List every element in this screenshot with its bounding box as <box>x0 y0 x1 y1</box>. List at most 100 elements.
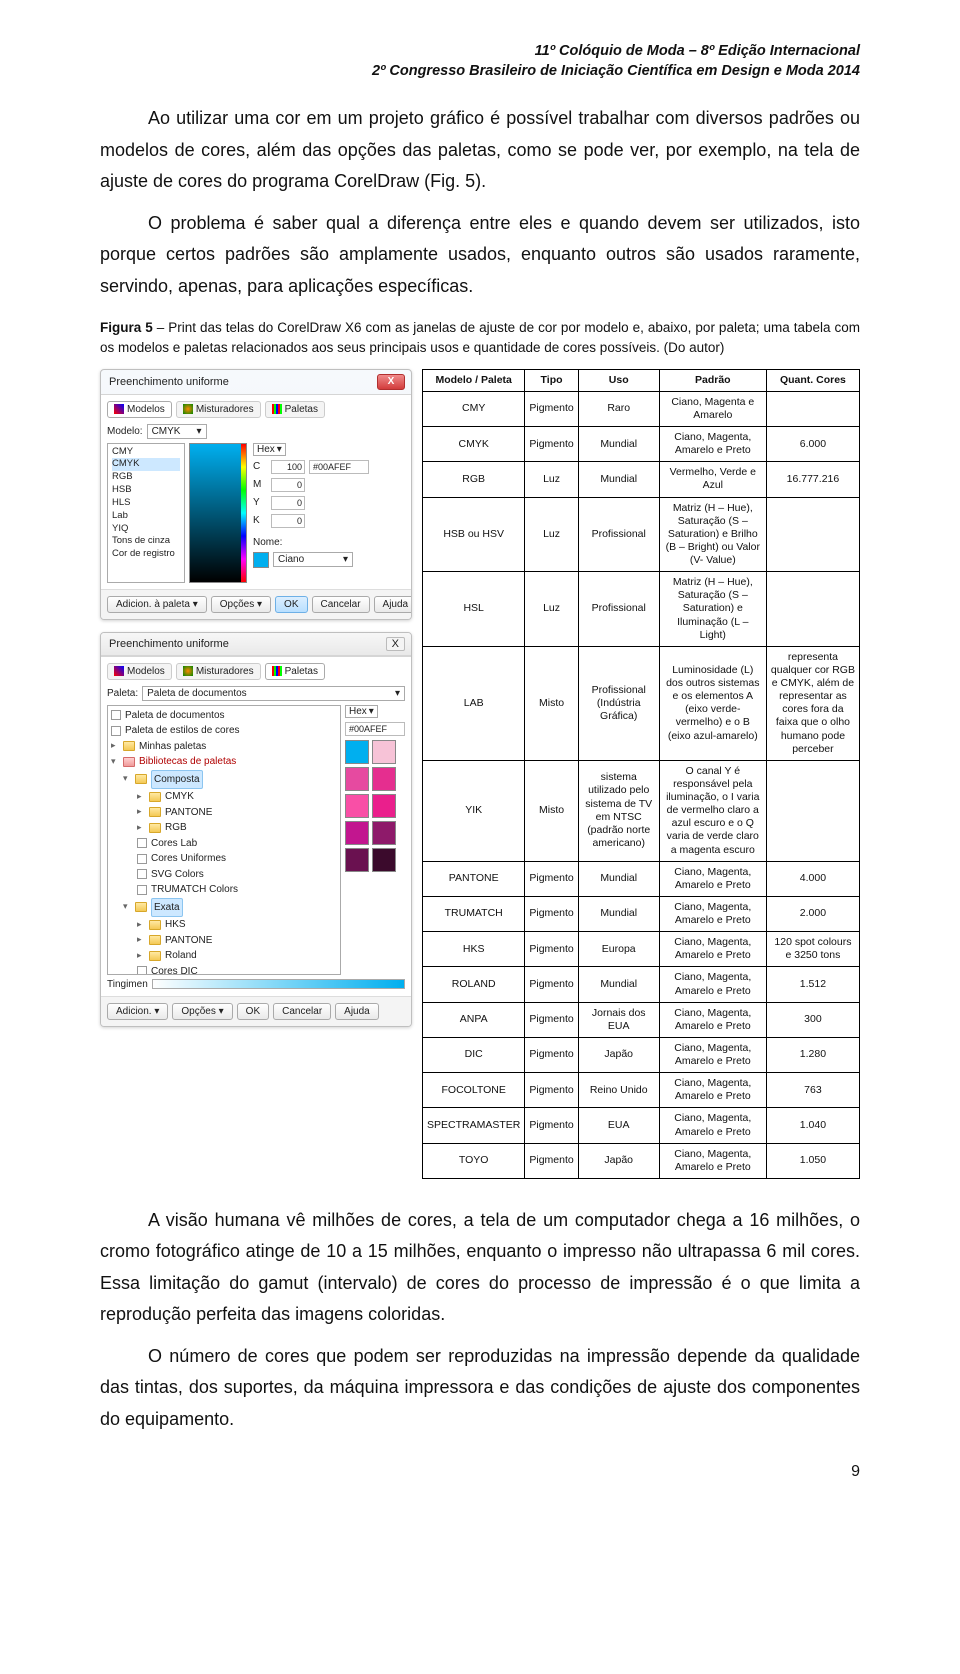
cancel-button[interactable]: Cancelar <box>312 596 370 613</box>
y-input[interactable]: 0 <box>271 496 305 510</box>
options-button[interactable]: Opções ▾ <box>172 1003 232 1020</box>
tab-misturadores[interactable]: Misturadores <box>176 401 261 418</box>
option-tons-cinza[interactable]: Tons de cinza <box>112 535 180 548</box>
mixers-icon <box>183 404 193 414</box>
option-cmyk[interactable]: CMYK <box>112 458 180 471</box>
tree-item-my[interactable]: ▸Minhas paletas <box>111 739 337 755</box>
options-button[interactable]: Opções ▾ <box>211 596 271 613</box>
table-cell: Pigmento <box>525 1108 578 1143</box>
hex-format-select[interactable]: Hex▾ <box>253 443 286 456</box>
close-button[interactable]: X <box>377 374 405 390</box>
tab-paletas[interactable]: Paletas <box>265 663 325 680</box>
table-cell: TRUMATCH <box>423 896 525 931</box>
help-button[interactable]: Ajuda <box>374 596 412 613</box>
option-cor-registro[interactable]: Cor de registro <box>112 548 180 561</box>
add-to-palette-button[interactable]: Adicion. ▾ <box>107 1003 168 1020</box>
tree-item[interactable]: Cores Uniformes <box>111 851 337 867</box>
palette-icon <box>137 885 147 895</box>
table-cell: Mundial <box>578 967 659 1002</box>
table-cell: 4.000 <box>766 861 859 896</box>
cancel-button[interactable]: Cancelar <box>273 1003 331 1020</box>
ok-button[interactable]: OK <box>275 596 307 613</box>
dialog-footer: Adicion. à paleta ▾ Opções ▾ OK Cancelar… <box>101 589 411 619</box>
model-dropdown-list[interactable]: CMY CMYK RGB HSB HLS Lab YIQ Tons de cin… <box>107 443 185 583</box>
tree-item-styles[interactable]: Paleta de estilos de cores <box>111 723 337 739</box>
color-swatch <box>253 552 269 568</box>
table-cell: Reino Unido <box>578 1073 659 1108</box>
table-row: ANPAPigmentoJornais dos EUACiano, Magent… <box>423 1002 860 1037</box>
tree-item[interactable]: ▸Roland <box>111 948 337 964</box>
option-cmy[interactable]: CMY <box>112 446 180 459</box>
tree-item[interactable]: ▸PANTONE <box>111 805 337 821</box>
hex-format-select[interactable]: Hex▾ <box>345 705 378 718</box>
y-label: Y <box>253 497 267 508</box>
tree-item-exata[interactable]: ▾Exata <box>111 898 337 918</box>
add-to-palette-button[interactable]: Adicion. à paleta ▾ <box>107 596 207 613</box>
swatch[interactable] <box>345 767 369 791</box>
color-gradient[interactable] <box>189 443 247 583</box>
swatch[interactable] <box>345 740 369 764</box>
option-hls[interactable]: HLS <box>112 497 180 510</box>
swatch[interactable] <box>372 767 396 791</box>
palette-select[interactable]: Paleta de documentos ▾ <box>142 686 405 701</box>
swatch[interactable] <box>372 740 396 764</box>
option-lab[interactable]: Lab <box>112 510 180 523</box>
swatch[interactable] <box>345 821 369 845</box>
tab-modelos[interactable]: Modelos <box>107 663 172 680</box>
table-cell: Matriz (H – Hue), Saturação (S – Saturat… <box>659 497 766 572</box>
paragraph-4: O número de cores que podem ser reproduz… <box>100 1341 860 1436</box>
folder-icon <box>149 920 161 930</box>
tree-item[interactable]: ▸HKS <box>111 917 337 933</box>
tab-modelos[interactable]: Modelos <box>107 401 172 418</box>
model-label: Modelo: <box>107 426 143 437</box>
option-hsb[interactable]: HSB <box>112 484 180 497</box>
tree-item[interactable]: ▸PANTONE <box>111 933 337 949</box>
swatch[interactable] <box>372 848 396 872</box>
tree-item-composta[interactable]: ▾Composta <box>111 770 337 790</box>
k-label: K <box>253 515 267 526</box>
ok-button[interactable]: OK <box>237 1003 269 1020</box>
help-button[interactable]: Ajuda <box>335 1003 379 1020</box>
tab-paletas[interactable]: Paletas <box>265 401 325 418</box>
tree-item[interactable]: Cores Lab <box>111 836 337 852</box>
palettes-icon <box>272 666 282 676</box>
option-rgb[interactable]: RGB <box>112 471 180 484</box>
swatch[interactable] <box>345 794 369 818</box>
table-cell: Misto <box>525 760 578 861</box>
hex-input[interactable]: #00AFEF <box>345 722 405 736</box>
k-input[interactable]: 0 <box>271 514 305 528</box>
table-head: Modelo / Paleta Tipo Uso Padrão Quant. C… <box>423 369 860 391</box>
tree-item-docs[interactable]: Paleta de documentos <box>111 708 337 724</box>
folder-icon <box>149 807 161 817</box>
palette-select-value: Paleta de documentos <box>147 688 247 699</box>
tree-item[interactable]: TRUMATCH Colors <box>111 882 337 898</box>
tab-row: Modelos Misturadores Paletas <box>107 663 405 680</box>
table-cell: 300 <box>766 1002 859 1037</box>
tint-slider[interactable] <box>152 979 405 989</box>
table-cell: Japão <box>578 1143 659 1178</box>
table-cell: Japão <box>578 1037 659 1072</box>
th-standard: Padrão <box>659 369 766 391</box>
palette-tree[interactable]: Paleta de documentos Paleta de estilos d… <box>107 705 341 975</box>
option-yiq[interactable]: YIQ <box>112 523 180 536</box>
swatch[interactable] <box>345 848 369 872</box>
m-input[interactable]: 0 <box>271 478 305 492</box>
tab-misturadores[interactable]: Misturadores <box>176 663 261 680</box>
tree-item[interactable]: ▸RGB <box>111 820 337 836</box>
swatch[interactable] <box>372 794 396 818</box>
tree-item-libs[interactable]: ▾Bibliotecas de paletas <box>111 754 337 770</box>
hex-input[interactable]: #00AFEF <box>309 460 369 474</box>
tree-item[interactable]: SVG Colors <box>111 867 337 883</box>
tree-item[interactable]: Cores DIC <box>111 964 337 975</box>
close-button[interactable]: X <box>386 637 405 651</box>
model-select[interactable]: CMYK ▾ <box>147 424 207 439</box>
table-cell: FOCOLTONE <box>423 1073 525 1108</box>
table-body: CMYPigmentoRaroCiano, Magenta e AmareloC… <box>423 391 860 1178</box>
tree-item[interactable]: ▸CMYK <box>111 789 337 805</box>
figure-row: Preenchimento uniforme X Modelos Mistura… <box>100 369 860 1179</box>
c-input[interactable]: 100 <box>271 460 305 474</box>
swatch[interactable] <box>372 821 396 845</box>
name-select[interactable]: Ciano▾ <box>273 552 353 567</box>
table-cell: Matriz (H – Hue), Saturação (S – Saturat… <box>659 572 766 647</box>
tab-row: Modelos Misturadores Paletas <box>107 401 405 418</box>
